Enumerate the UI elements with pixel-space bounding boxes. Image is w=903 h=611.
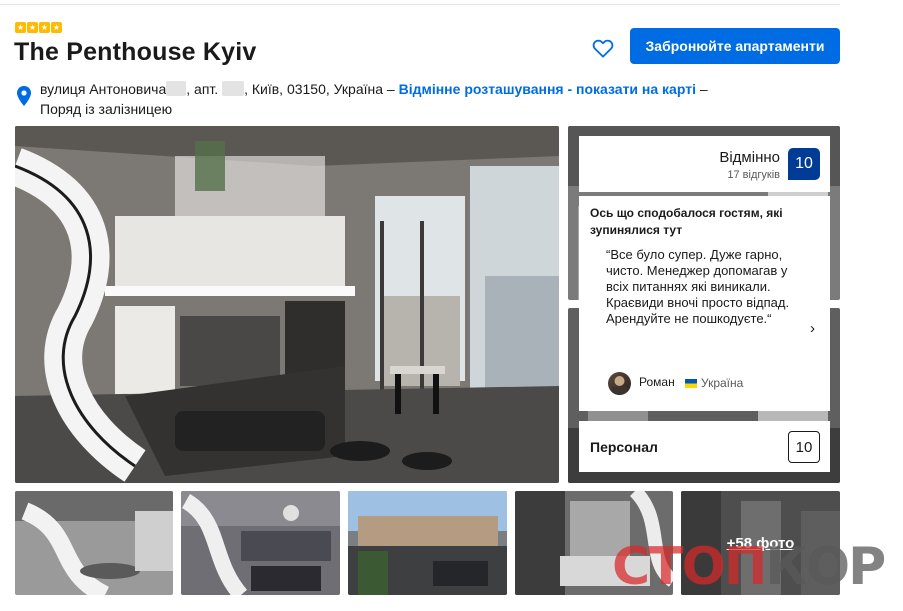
address-street: вулиця Антоновича bbox=[40, 81, 167, 97]
show-map-link[interactable]: - показати на карті bbox=[564, 81, 696, 97]
chevron-right-icon[interactable]: › bbox=[810, 320, 815, 337]
save-favorite-button[interactable] bbox=[590, 35, 616, 61]
staff-score: 10 bbox=[788, 431, 820, 463]
heart-icon bbox=[592, 39, 614, 58]
star-rating: ★ ★ ★ ★ bbox=[15, 22, 62, 33]
thumbnail-photo[interactable] bbox=[15, 491, 173, 595]
book-button[interactable]: Забронюйте апартаменти bbox=[630, 28, 840, 64]
address-apt: , апт. bbox=[186, 81, 223, 97]
ukraine-flag-icon bbox=[685, 379, 697, 388]
review-text: “Все було супер. Дуже гарно, чисто. Мене… bbox=[606, 247, 790, 326]
star-icon: ★ bbox=[39, 22, 50, 33]
star-icon: ★ bbox=[27, 22, 38, 33]
star-icon: ★ bbox=[51, 22, 62, 33]
reviewer-country: Україна bbox=[701, 376, 744, 390]
score-badge: 10 bbox=[788, 148, 820, 180]
address-near: Поряд із залізницею bbox=[40, 101, 173, 117]
rating-word: Відмінно bbox=[719, 149, 780, 166]
property-title: The Penthouse Kyiv bbox=[14, 38, 257, 66]
avatar bbox=[608, 372, 631, 395]
star-icon: ★ bbox=[15, 22, 26, 33]
reviewer-name: Роман bbox=[639, 375, 675, 389]
thumbnail-photo[interactable] bbox=[181, 491, 340, 595]
main-photo[interactable] bbox=[15, 126, 559, 483]
rating-card[interactable]: Відмінно 17 відгуків 10 bbox=[579, 136, 830, 192]
thumbnail-photo[interactable] bbox=[348, 491, 507, 595]
more-photos-link[interactable]: +58 фото bbox=[681, 491, 840, 595]
address-city: , Київ, 03150, Україна – bbox=[244, 81, 399, 97]
review-card: Ось що сподобалося гостям, які зупинялис… bbox=[579, 196, 830, 411]
address-dash: – bbox=[695, 81, 708, 97]
redacted-text bbox=[222, 81, 245, 96]
location-link[interactable]: Відмінне розташування bbox=[399, 81, 564, 97]
redacted-text bbox=[166, 81, 187, 96]
review-count: 17 відгуків bbox=[727, 169, 780, 181]
staff-rating-card: Персонал 10 bbox=[579, 421, 830, 472]
top-divider bbox=[0, 4, 840, 5]
review-heading: Ось що сподобалося гостям, які зупинялис… bbox=[590, 206, 783, 237]
thumbnail-photo[interactable] bbox=[515, 491, 673, 595]
address-line: вулиця Антоновича , апт. , Київ, 03150, У… bbox=[40, 79, 760, 119]
map-pin-icon bbox=[17, 86, 31, 106]
staff-label: Персонал bbox=[590, 439, 658, 455]
